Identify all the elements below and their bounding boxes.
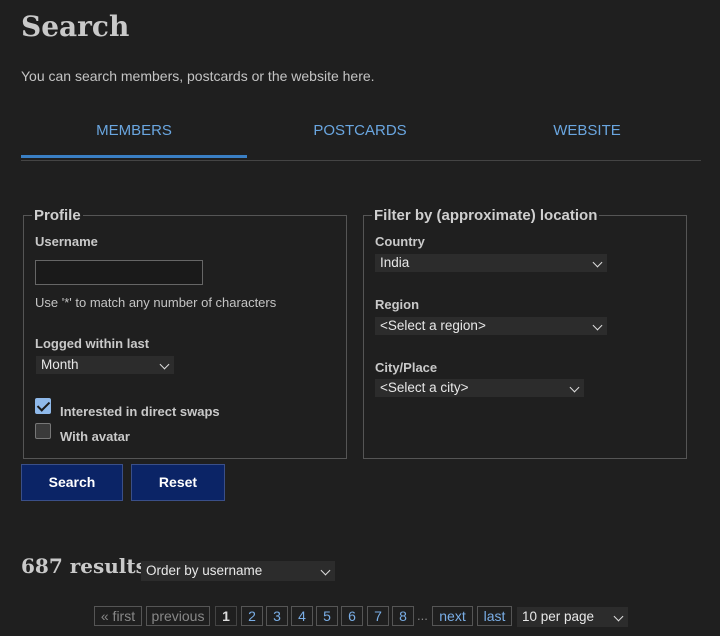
logged-within-label: Logged within last [35, 336, 150, 351]
reset-button[interactable]: Reset [131, 464, 225, 501]
pager-page[interactable]: 8 [392, 606, 414, 626]
chevron-down-icon [320, 565, 331, 576]
profile-legend: Profile [34, 207, 81, 224]
pager-next[interactable]: next [432, 606, 473, 626]
pager-page[interactable]: 4 [291, 606, 313, 626]
tab-members[interactable]: MEMBERS [21, 110, 247, 158]
country-select[interactable]: India [375, 254, 607, 272]
with-avatar-checkbox[interactable] [35, 423, 51, 439]
direct-swaps-checkbox[interactable] [35, 398, 51, 414]
search-tabs: MEMBERS POSTCARDS WEBSITE [21, 110, 701, 161]
per-page-select[interactable]: 10 per page [517, 607, 628, 627]
location-legend: Filter by (approximate) location [374, 207, 598, 224]
country-label: Country [375, 234, 425, 249]
region-value: <Select a region> [380, 318, 486, 333]
per-page-value: 10 per page [522, 609, 595, 624]
pager-page-current: 1 [215, 606, 237, 626]
city-label: City/Place [375, 360, 438, 375]
logged-within-select[interactable]: Month [36, 356, 174, 374]
username-input[interactable] [35, 260, 203, 285]
tab-postcards[interactable]: POSTCARDS [247, 110, 473, 158]
pager-page[interactable]: 5 [316, 606, 338, 626]
chevron-down-icon [592, 257, 603, 268]
pager-previous[interactable]: previous [146, 606, 210, 626]
pager-page[interactable]: 6 [341, 606, 363, 626]
city-select[interactable]: <Select a city> [375, 379, 584, 397]
region-select[interactable]: <Select a region> [375, 317, 607, 335]
username-label: Username [35, 234, 98, 249]
order-by-value: Order by username [146, 563, 263, 578]
pager-page[interactable]: 7 [367, 606, 389, 626]
chevron-down-icon [613, 611, 624, 622]
with-avatar-label[interactable]: With avatar [60, 429, 130, 444]
page-title: Search [21, 10, 130, 43]
region-label: Region [375, 297, 420, 312]
logged-within-value: Month [41, 357, 79, 372]
username-hint: Use '*' to match any number of character… [35, 295, 277, 310]
pager-first[interactable]: « first [94, 606, 142, 626]
pager-ellipsis: ... [417, 608, 428, 623]
direct-swaps-label[interactable]: Interested in direct swaps [60, 404, 220, 419]
intro-text: You can search members, postcards or the… [21, 68, 375, 84]
tab-website[interactable]: WEBSITE [474, 110, 700, 158]
pager-page[interactable]: 2 [241, 606, 263, 626]
order-by-select[interactable]: Order by username [141, 561, 335, 581]
chevron-down-icon [569, 382, 580, 393]
city-value: <Select a city> [380, 380, 469, 395]
pager-last[interactable]: last [477, 606, 512, 626]
chevron-down-icon [159, 359, 170, 370]
country-value: India [380, 255, 410, 270]
pager-page[interactable]: 3 [266, 606, 288, 626]
search-button[interactable]: Search [21, 464, 123, 501]
chevron-down-icon [592, 320, 603, 331]
results-count: 687 results [21, 554, 147, 578]
